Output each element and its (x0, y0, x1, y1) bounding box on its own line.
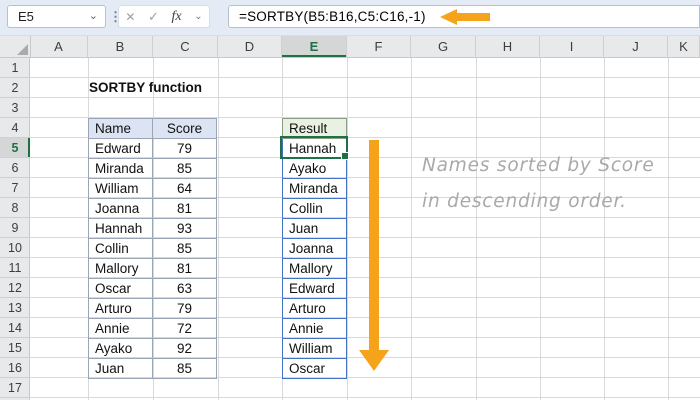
enter-icon[interactable]: ✓ (148, 9, 159, 25)
row-header-8[interactable]: 8 (0, 198, 30, 218)
name-cell[interactable]: Collin (88, 238, 153, 259)
name-cell[interactable]: Mallory (88, 258, 153, 279)
gridline-horizontal (30, 97, 700, 98)
name-cell[interactable]: Hannah (88, 218, 153, 239)
result-cell[interactable]: Joanna (282, 238, 347, 259)
column-header-I[interactable]: I (540, 36, 604, 57)
score-cell[interactable]: 72 (152, 318, 217, 339)
chevron-down-icon[interactable]: ⌄ (89, 6, 98, 27)
selected-cell-border (280, 136, 349, 160)
annotation-line-1: Names sorted by Score (422, 155, 655, 176)
result-cell[interactable]: Oscar (282, 358, 347, 379)
row-header-13[interactable]: 13 (0, 298, 30, 318)
column-header-G[interactable]: G (411, 36, 476, 57)
name-cell[interactable]: Ayako (88, 338, 153, 359)
excel-window: E5 ⌄ ⋮ ✕ ✓ fx ⌄ =SORTBY(B5:B16,C5:C16,-1… (0, 0, 700, 400)
score-cell[interactable]: 85 (152, 358, 217, 379)
result-cell[interactable]: Miranda (282, 178, 347, 199)
column-header-C[interactable]: C (153, 36, 218, 57)
expand-formula-bar-icon[interactable]: ⌄ (194, 11, 202, 22)
row-header-7[interactable]: 7 (0, 178, 30, 198)
score-cell[interactable]: 64 (152, 178, 217, 199)
row-header-14[interactable]: 14 (0, 318, 30, 338)
select-all-triangle-icon (17, 44, 28, 55)
name-box-value: E5 (18, 9, 34, 24)
formula-buttons: ✕ ✓ fx ⌄ (118, 5, 210, 28)
row-header-17[interactable]: 17 (0, 378, 30, 398)
row-header-4[interactable]: 4 (0, 118, 30, 138)
gridline-vertical (540, 57, 541, 400)
gridline-vertical (347, 57, 348, 400)
cancel-icon[interactable]: ✕ (125, 10, 135, 24)
column-header-F[interactable]: F (347, 36, 411, 57)
row-header-9[interactable]: 9 (0, 218, 30, 238)
result-cell[interactable]: Edward (282, 278, 347, 299)
gridline-vertical (476, 57, 477, 400)
score-cell[interactable]: 79 (152, 298, 217, 319)
result-cell[interactable]: Annie (282, 318, 347, 339)
descending-arrow-icon (359, 350, 389, 371)
name-cell[interactable]: Miranda (88, 158, 153, 179)
row-header-16[interactable]: 16 (0, 358, 30, 378)
score-cell[interactable]: 81 (152, 198, 217, 219)
name-cell[interactable]: Joanna (88, 198, 153, 219)
cell-b2-title[interactable]: SORTBY function (89, 80, 202, 95)
gridline-vertical (604, 57, 605, 400)
name-cell[interactable]: Edward (88, 138, 153, 159)
gridline-vertical (411, 57, 412, 400)
row-header-5[interactable]: 5 (0, 138, 30, 158)
formula-bar: E5 ⌄ ⋮ ✕ ✓ fx ⌄ =SORTBY(B5:B16,C5:C16,-1… (0, 0, 700, 36)
row-header-12[interactable]: 12 (0, 278, 30, 298)
score-cell[interactable]: 85 (152, 238, 217, 259)
select-all-button[interactable] (0, 36, 31, 58)
score-cell[interactable]: 63 (152, 278, 217, 299)
column-header-J[interactable]: J (604, 36, 668, 57)
row-header-6[interactable]: 6 (0, 158, 30, 178)
row-header-2[interactable]: 2 (0, 78, 30, 98)
score-cell[interactable]: 81 (152, 258, 217, 279)
row-header-11[interactable]: 11 (0, 258, 30, 278)
column-header-E[interactable]: E (282, 36, 347, 57)
row-header-10[interactable]: 10 (0, 238, 30, 258)
result-cell[interactable]: William (282, 338, 347, 359)
insert-function-icon[interactable]: fx (172, 9, 182, 25)
name-cell[interactable]: Juan (88, 358, 153, 379)
row-header-3[interactable]: 3 (0, 98, 30, 118)
score-cell[interactable]: 79 (152, 138, 217, 159)
column-header-B[interactable]: B (88, 36, 153, 57)
gridline-vertical (218, 57, 219, 400)
gridline-horizontal (30, 397, 700, 398)
column-header-H[interactable]: H (476, 36, 540, 57)
name-cell[interactable]: Arturo (88, 298, 153, 319)
column-header-A[interactable]: A (30, 36, 88, 57)
result-cell[interactable]: Juan (282, 218, 347, 239)
result-cell[interactable]: Mallory (282, 258, 347, 279)
row-header-15[interactable]: 15 (0, 338, 30, 358)
name-score-table: Name Score Edward 79 Miranda 85 William 64 Joann… (88, 118, 217, 379)
annotation-line-2: in descending order. (422, 191, 627, 212)
name-box[interactable]: E5 ⌄ (7, 5, 106, 28)
result-cell[interactable]: Arturo (282, 298, 347, 319)
formula-annotation-arrow-shaft (456, 13, 490, 21)
gridline-horizontal (30, 77, 700, 78)
score-cell[interactable]: 92 (152, 338, 217, 359)
formula-text: =SORTBY(B5:B16,C5:C16,-1) (239, 9, 426, 24)
score-cell[interactable]: 85 (152, 158, 217, 179)
name-cell[interactable]: William (88, 178, 153, 199)
result-cell[interactable]: Ayako (282, 158, 347, 179)
result-cell[interactable]: Collin (282, 198, 347, 219)
column-header-K[interactable]: K (668, 36, 700, 57)
formula-annotation-arrow-icon (440, 9, 457, 25)
gridline-vertical (668, 57, 669, 400)
descending-arrow-shaft (369, 140, 379, 350)
fill-handle[interactable] (341, 152, 349, 160)
annotation-text: Names sorted by Score in descending orde… (422, 148, 655, 220)
row-header-1[interactable]: 1 (0, 58, 30, 78)
name-table-header-score[interactable]: Score (152, 118, 217, 139)
name-table-header-name[interactable]: Name (88, 118, 153, 139)
score-cell[interactable]: 93 (152, 218, 217, 239)
name-cell[interactable]: Annie (88, 318, 153, 339)
name-cell[interactable]: Oscar (88, 278, 153, 299)
column-header-D[interactable]: D (218, 36, 282, 57)
